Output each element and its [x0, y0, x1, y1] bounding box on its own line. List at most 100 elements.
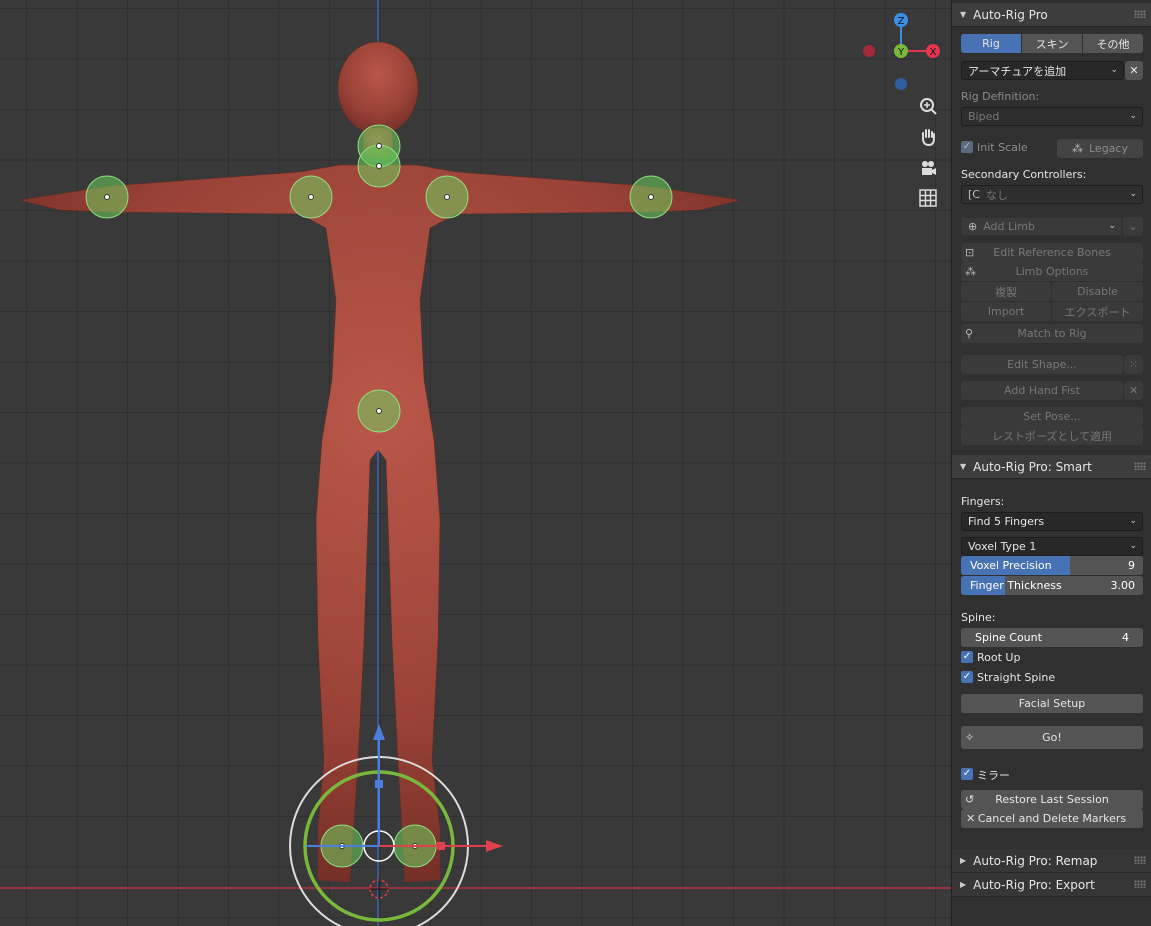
- add-limb-dropdown[interactable]: ⊕ Add Limb ⌄: [961, 217, 1122, 236]
- restore-last-session-button[interactable]: ↺ Restore Last Session: [961, 790, 1143, 809]
- spine-count-value: 4: [1122, 631, 1129, 644]
- panel-header-remap[interactable]: ▶ Auto-Rig Pro: Remap: [952, 849, 1151, 873]
- close-icon[interactable]: ✕: [1125, 61, 1143, 80]
- hand-pan-icon[interactable]: [915, 124, 941, 150]
- limb-options-label: Limb Options: [1015, 265, 1089, 278]
- navigation-gizmo: Z Y X: [863, 13, 940, 90]
- panel-header-smart[interactable]: ▼ Auto-Rig Pro: Smart: [952, 455, 1151, 479]
- close-icon: ✕: [966, 812, 976, 825]
- gizmo-x-label: X: [930, 47, 937, 58]
- secondary-controllers-dropdown[interactable]: [C なし ⌄: [961, 185, 1143, 204]
- shape-icon[interactable]: ⁙: [1124, 355, 1143, 374]
- rig-definition-dropdown[interactable]: Biped ⌄: [961, 107, 1143, 126]
- 3d-viewport[interactable]: Z Y X: [0, 0, 951, 926]
- voxel-type-value: Voxel Type 1: [968, 540, 1037, 553]
- spine-count-label: Spine Count: [975, 631, 1042, 644]
- voxel-precision-value: 9: [1128, 559, 1135, 572]
- bone-icon: [C: [968, 188, 980, 201]
- chevron-down-icon: ⌄: [1129, 541, 1137, 551]
- panel-header-auto-rig-pro[interactable]: ▼ Auto-Rig Pro: [952, 3, 1151, 27]
- fingers-dropdown[interactable]: Find 5 Fingers ⌄: [961, 512, 1143, 531]
- cancel-delete-markers-label: Cancel and Delete Markers: [977, 812, 1127, 825]
- armature-dropdown-value: アーマチュアを追加: [968, 64, 1067, 78]
- voxel-precision-label: Voxel Precision: [970, 559, 1052, 572]
- tab-other[interactable]: その他: [1083, 34, 1143, 53]
- grid-icon[interactable]: [915, 185, 941, 211]
- panel-title: Auto-Rig Pro: [973, 7, 1048, 22]
- close-icon[interactable]: ✕: [1124, 381, 1143, 400]
- chevron-down-icon[interactable]: ⌄: [1123, 217, 1143, 236]
- go-button[interactable]: ✧ Go!: [961, 726, 1143, 749]
- tab-rig[interactable]: Rig: [961, 34, 1021, 53]
- collapse-triangle-icon: ▼: [960, 10, 967, 19]
- legacy-label: Legacy: [1089, 142, 1128, 155]
- head: [337, 41, 419, 135]
- voxel-type-dropdown[interactable]: Voxel Type 1 ⌄: [961, 537, 1143, 556]
- gizmo-z-label: Z: [898, 16, 905, 27]
- drag-grip-icon[interactable]: [1134, 880, 1146, 888]
- scene-canvas[interactable]: Z Y X: [0, 0, 951, 926]
- camera-icon[interactable]: [915, 155, 941, 181]
- panel-title: Auto-Rig Pro: Export: [973, 877, 1095, 892]
- history-icon: ↺: [965, 793, 975, 806]
- add-limb-label: Add Limb: [983, 220, 1035, 233]
- bones-icon: ⊡: [965, 246, 975, 259]
- finger-thickness-slider[interactable]: Finger Thickness 3.00: [961, 576, 1143, 595]
- spine-count-field[interactable]: Spine Count 4: [961, 628, 1143, 647]
- duplicate-button[interactable]: 複製: [961, 282, 1051, 301]
- init-scale-label: Init Scale: [977, 141, 1028, 154]
- expand-triangle-icon: ▶: [960, 880, 967, 889]
- legacy-button[interactable]: ⁂ Legacy: [1057, 139, 1143, 158]
- chevron-down-icon: ⌄: [1108, 221, 1116, 231]
- spine-label: Spine:: [961, 611, 996, 624]
- root-up-checkbox[interactable]: ✓: [961, 651, 973, 663]
- gizmo-y-label: Y: [897, 47, 905, 58]
- set-pose-button[interactable]: Set Pose...: [961, 407, 1143, 426]
- rig-definition-value: Biped: [968, 110, 1000, 123]
- limb-options-button[interactable]: ⁂ Limb Options: [961, 262, 1143, 281]
- apply-rest-pose-button[interactable]: レストポーズとして適用: [961, 426, 1143, 445]
- chevron-down-icon: ⌄: [1129, 516, 1137, 526]
- zoom-icon[interactable]: [915, 93, 941, 119]
- mirror-label: ミラー: [977, 769, 1010, 782]
- import-button[interactable]: Import: [961, 302, 1051, 321]
- panel-header-export[interactable]: ▶ Auto-Rig Pro: Export: [952, 873, 1151, 897]
- edit-reference-bones-label: Edit Reference Bones: [993, 246, 1111, 259]
- straight-spine-checkbox[interactable]: ✓: [961, 671, 973, 683]
- drag-grip-icon[interactable]: [1134, 462, 1146, 470]
- tab-skin[interactable]: スキン: [1022, 34, 1082, 53]
- init-scale-checkbox[interactable]: ✓: [961, 141, 973, 153]
- gear-icon: ⁂: [1072, 142, 1083, 155]
- fingers-label: Fingers:: [961, 495, 1005, 508]
- edit-shape-button[interactable]: Edit Shape...: [961, 355, 1123, 374]
- edit-reference-bones-button[interactable]: ⊡ Edit Reference Bones: [961, 243, 1143, 262]
- go-label: Go!: [1042, 731, 1062, 744]
- fingers-value: Find 5 Fingers: [968, 515, 1045, 528]
- chevron-down-icon: ⌄: [1129, 111, 1137, 121]
- straight-spine-label: Straight Spine: [977, 671, 1056, 684]
- armature-dropdown[interactable]: アーマチュアを追加 ⌄: [961, 61, 1124, 80]
- armature-icon: ⚲: [965, 327, 974, 340]
- drag-grip-icon[interactable]: [1134, 856, 1146, 864]
- mirror-checkbox[interactable]: ✓: [961, 768, 973, 780]
- facial-setup-button[interactable]: Facial Setup: [961, 694, 1143, 713]
- disable-button[interactable]: Disable: [1052, 282, 1143, 301]
- chevron-down-icon: ⌄: [1129, 189, 1137, 199]
- secondary-controllers-label: Secondary Controllers:: [961, 168, 1087, 181]
- magic-wand-icon: ✧: [965, 731, 975, 744]
- drag-grip-icon[interactable]: [1134, 10, 1146, 18]
- add-hand-fist-button[interactable]: Add Hand Fist: [961, 381, 1123, 400]
- panel-title: Auto-Rig Pro: Smart: [973, 459, 1092, 474]
- add-icon: ⊕: [968, 220, 978, 233]
- match-to-rig-label: Match to Rig: [1017, 327, 1087, 340]
- rig-definition-label: Rig Definition:: [961, 90, 1040, 103]
- voxel-precision-slider[interactable]: Voxel Precision 9: [961, 556, 1143, 575]
- collapse-triangle-icon: ▼: [960, 462, 967, 471]
- root-up-label: Root Up: [977, 651, 1021, 664]
- cancel-delete-markers-button[interactable]: ✕ Cancel and Delete Markers: [961, 809, 1143, 828]
- chevron-down-icon: ⌄: [1110, 65, 1118, 75]
- match-to-rig-button[interactable]: ⚲ Match to Rig: [961, 324, 1143, 343]
- export-button[interactable]: エクスポート: [1052, 302, 1143, 321]
- secondary-controllers-value: なし: [985, 188, 1008, 202]
- gear-icon: ⁂: [965, 265, 976, 278]
